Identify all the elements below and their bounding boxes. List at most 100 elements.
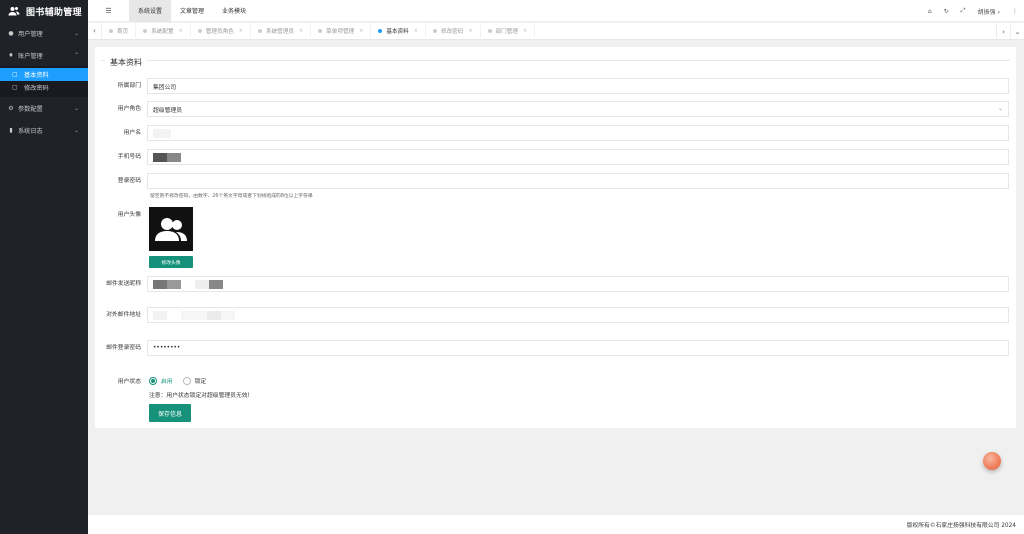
status-label: 用户状态	[117, 379, 141, 385]
account-icon: ♦	[8, 51, 14, 59]
redacted-text	[153, 152, 167, 162]
topnav-system-settings[interactable]: 系统设置	[129, 0, 172, 22]
tab-label: 系统配置	[151, 29, 174, 35]
log-icon: ▮	[9, 126, 13, 134]
tab-basic-info[interactable]: 基本资料 ×	[371, 22, 426, 40]
sidebar-sub-change-password[interactable]: ▢ 修改密码	[0, 81, 88, 94]
sidebar-item-param-config[interactable]: ⚙ 参数配置 ⌄	[0, 97, 88, 119]
menu-fold-icon[interactable]: ☰	[88, 7, 129, 15]
mail-addr-label: 对外邮件地址	[106, 312, 141, 318]
settings-icon: ⚙	[8, 104, 14, 112]
tab-home[interactable]: 首页	[102, 22, 137, 40]
username-label: 用户名	[123, 130, 141, 136]
sidebar-item-account-manage[interactable]: ♦ 账户管理 ⌃	[0, 44, 88, 66]
close-icon[interactable]: ×	[239, 28, 243, 34]
mail-nick-field[interactable]	[147, 276, 1009, 292]
close-icon[interactable]: ×	[468, 28, 472, 34]
form-fieldset-line	[101, 60, 1010, 61]
sidebar-sub-basic-info[interactable]: ▢ 基本资料	[0, 68, 88, 81]
tab-label: 基本资料	[386, 29, 409, 35]
department-label: 所属部门	[117, 83, 141, 89]
role-label: 用户角色	[117, 106, 141, 112]
username-label: 胡振强	[977, 8, 996, 16]
password-row: 登录密码	[95, 177, 145, 185]
redacted-text	[209, 279, 223, 289]
radio-label: 锁定	[194, 379, 207, 385]
tab-label: 修改密码	[440, 29, 464, 35]
password-field[interactable]	[147, 173, 1009, 189]
redacted-text	[153, 279, 167, 289]
save-button[interactable]: 保存信息	[149, 404, 191, 422]
department-row: 所属部门	[95, 82, 145, 90]
topnav-article-manage[interactable]: 文章管理	[171, 0, 213, 22]
tab-dot	[487, 29, 492, 33]
chevron-down-icon: ⌄	[997, 105, 1003, 112]
redacted-text	[167, 152, 181, 162]
tab-label: 菜单项管理	[326, 29, 355, 35]
role-row: 用户角色	[95, 105, 145, 113]
sidebar-item-system-log[interactable]: ▮ 系统日志 ⌄	[0, 119, 88, 141]
sidebar-item-label: 系统日志	[18, 127, 43, 135]
more-icon[interactable]: ⋮	[1012, 8, 1018, 15]
chevron-down-icon: ▾	[997, 9, 1000, 16]
home-icon[interactable]: ⌂	[928, 8, 932, 15]
mail-pwd-label: 邮件登录密码	[106, 345, 141, 351]
redacted-text	[167, 279, 181, 289]
account-submenu: ▢ 基本资料 ▢ 修改密码	[0, 66, 88, 97]
radio-circle	[182, 376, 191, 385]
sidebar-item-label: 用户管理	[18, 30, 43, 38]
tab-dot	[143, 29, 148, 33]
profile-card: 基本资料 所属部门 集团公司 用户角色 超级管理员 ⌄ 用户名 手机号码 登录密…	[95, 47, 1016, 428]
tab-label: 管理员角色	[205, 29, 234, 35]
role-value: 超级管理员	[153, 107, 182, 114]
sidebar-item-label: 账户管理	[18, 52, 43, 60]
floating-assistant-button[interactable]	[983, 452, 1001, 470]
status-radio-enabled[interactable]: 启用	[149, 376, 173, 385]
tab-scroll-right-icon[interactable]: ›	[996, 23, 1010, 40]
change-avatar-button[interactable]: 修改头像	[149, 256, 193, 268]
copyright-text: 版权所有©石家庄扬强科技有限公司 2024	[906, 523, 1016, 529]
tab-menu-manage[interactable]: 菜单项管理 ×	[311, 22, 372, 40]
username-field[interactable]	[147, 125, 1009, 141]
redacted-text	[221, 310, 235, 320]
close-icon[interactable]: ×	[359, 28, 363, 34]
phone-field[interactable]	[147, 149, 1009, 165]
sidebar-item-user-manage[interactable]: ● 用户管理 ⌄	[0, 22, 88, 44]
close-icon[interactable]: ×	[179, 28, 183, 34]
refresh-icon[interactable]: ↻	[944, 8, 949, 15]
fullscreen-icon[interactable]: ⤢	[961, 7, 966, 15]
tab-menu-chevron-down-icon[interactable]: ⌄	[1010, 23, 1024, 40]
phone-row: 手机号码	[95, 153, 145, 161]
mail-pwd-field[interactable]: ••••••••	[147, 340, 1009, 356]
chevron-up-icon: ⌃	[73, 52, 79, 59]
tab-admin-role[interactable]: 管理员角色 ×	[191, 22, 251, 40]
tab-dot	[109, 29, 113, 33]
tab-system-config[interactable]: 系统配置 ×	[136, 22, 191, 40]
avatar-image	[149, 207, 193, 251]
mail-addr-field[interactable]	[147, 307, 1009, 323]
sidebar: 图书辅助管理 ● 用户管理 ⌄ ♦ 账户管理 ⌃ ▢ 基本资料 ▢ 修改密码 ⚙…	[0, 0, 88, 534]
sidebar-item-label: 参数配置	[18, 105, 43, 113]
top-bar: ☰ 系统设置 文章管理 业务模块 ⌂ ↻ ⤢ 胡振强 ▾ ⋮	[88, 0, 1024, 22]
close-icon[interactable]: ×	[414, 28, 418, 34]
close-icon[interactable]: ×	[299, 28, 303, 34]
close-icon[interactable]: ×	[523, 28, 527, 34]
tab-dot	[257, 29, 262, 33]
redacted-text	[181, 310, 207, 320]
topnav-business-module[interactable]: 业务模块	[213, 0, 255, 22]
status-radio-locked[interactable]: 锁定	[182, 376, 207, 385]
user-menu[interactable]: 胡振强 ▾	[978, 7, 1000, 16]
tab-scroll-left-icon[interactable]: ‹	[88, 22, 102, 40]
tab-label: 部门管理	[495, 29, 518, 35]
tab-bar: ‹ 首页 系统配置 × 管理员角色 × 系统管理员 × 菜单项管理 × 基本资料 × 修改…	[88, 22, 1024, 40]
users-logo-icon	[8, 7, 20, 16]
username-row: 用户名	[95, 129, 145, 137]
status-row: 用户状态	[95, 378, 145, 386]
tab-change-password[interactable]: 修改密码 ×	[426, 22, 481, 40]
role-select[interactable]: 超级管理员 ⌄	[147, 101, 1009, 117]
tab-bar-right: › ⌄	[996, 23, 1024, 40]
department-field[interactable]: 集团公司	[147, 78, 1009, 94]
tab-system-admin[interactable]: 系统管理员 ×	[251, 22, 312, 40]
chevron-down-icon: ⌄	[73, 30, 79, 37]
tab-department-manage[interactable]: 部门管理 ×	[481, 22, 536, 40]
